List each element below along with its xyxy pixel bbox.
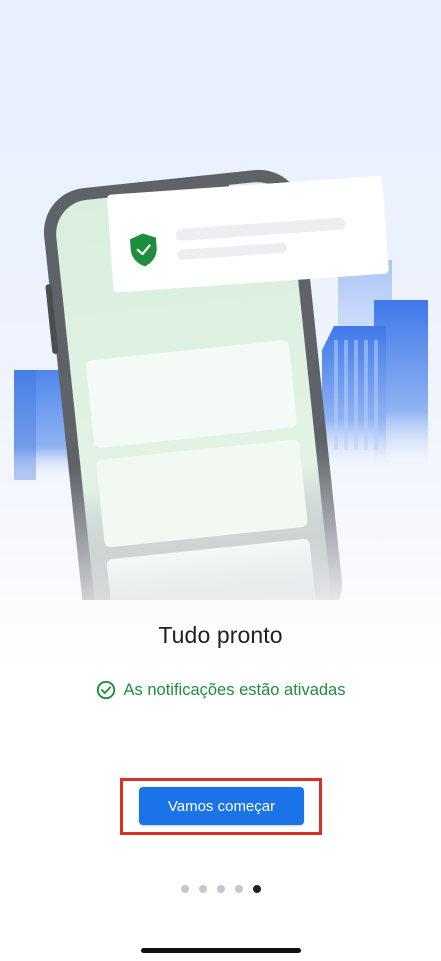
onboarding-screen: Tudo pronto As notificações estão ativad… [0,0,441,961]
page-indicator [0,885,441,893]
notification-status: As notificações estão ativadas [0,680,441,700]
check-circle-icon [96,680,115,700]
page-dot-2 [198,885,207,893]
phone-notification-illustration [14,169,428,600]
city-skyline-right [322,260,428,470]
page-dot-5-active [252,885,261,893]
notification-status-text: As notificações estão ativadas [123,680,346,699]
page-dot-4 [234,885,243,893]
page-dot-3 [216,885,225,893]
get-started-button[interactable]: Vamos começar [139,787,304,825]
notification-card [107,175,389,293]
page-dot-1 [180,885,189,893]
home-indicator[interactable] [141,948,301,953]
page-title: Tudo pronto [158,622,283,648]
